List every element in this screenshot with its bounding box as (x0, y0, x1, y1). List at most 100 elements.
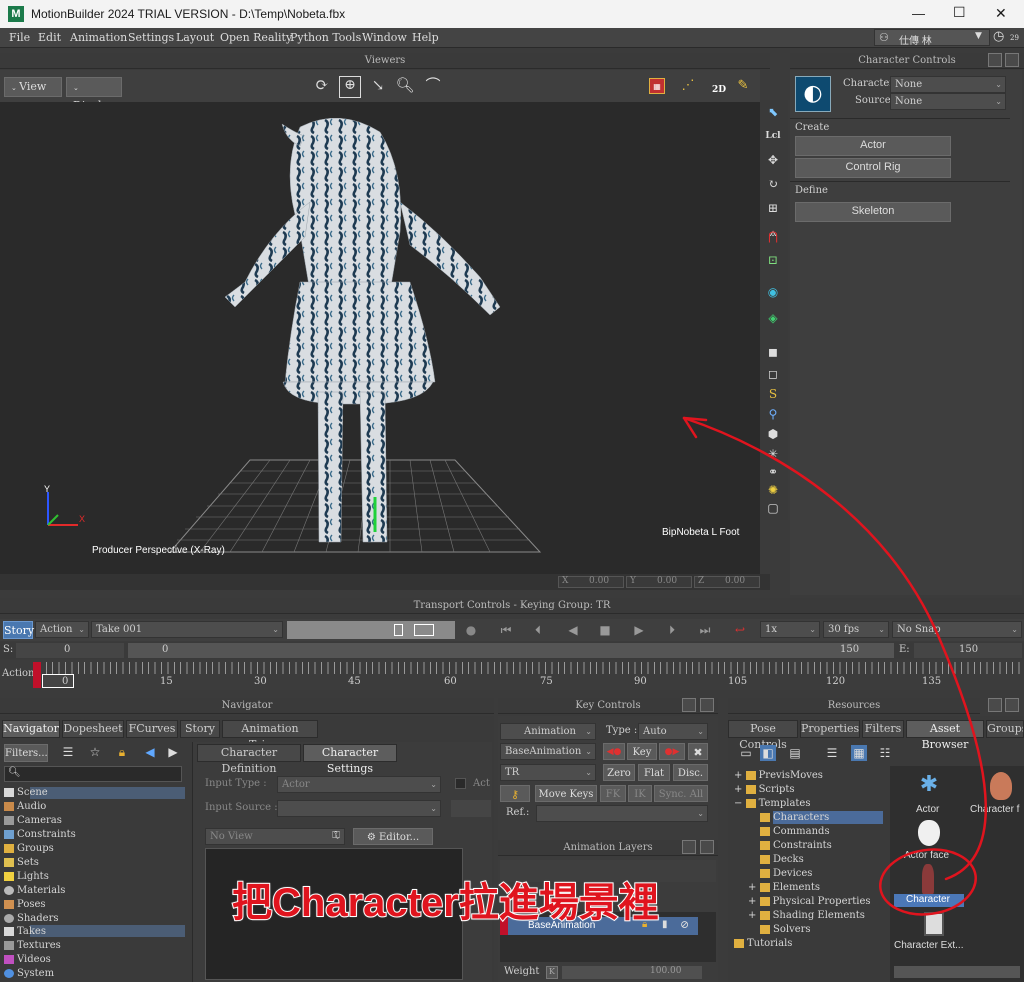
next-key-icon[interactable]: ⏵ (664, 622, 680, 638)
minimize-button[interactable]: — (912, 6, 925, 21)
tree-item-constraints[interactable]: Constraints (4, 829, 76, 842)
menu-help[interactable]: Help (412, 31, 439, 44)
forward-arrow-icon[interactable]: ▶ (165, 744, 181, 760)
tab-character-definition[interactable]: Character Definition (197, 744, 301, 775)
tree-item-system[interactable]: System (4, 968, 54, 981)
stop-icon[interactable]: ■ (597, 622, 613, 638)
source-dropdown[interactable]: None ⌄ (890, 93, 1006, 110)
asset-grid-scrollbar[interactable] (894, 966, 1020, 978)
key-type-dropdown[interactable]: Auto ⌄ (638, 723, 708, 740)
tab-asset-browser[interactable]: Asset Browser (906, 720, 984, 751)
tab-animation-trigger[interactable]: Animation Trigger (222, 720, 318, 751)
prev-key-icon[interactable]: ⏴ (530, 622, 546, 638)
lock-icon[interactable]: 🔒︎ (114, 744, 130, 760)
asset-tree-item-templates[interactable]: − Templates (734, 798, 811, 811)
snap-icon[interactable]: ⊡ (765, 252, 781, 268)
disc-button[interactable]: Disc. (673, 764, 708, 781)
play-backward-icon[interactable]: ◀ (565, 622, 581, 638)
key-mode-dropdown[interactable]: Animation ⌄ (500, 723, 596, 740)
character-icon[interactable]: ◐ (795, 76, 831, 112)
tab-fcurves[interactable]: FCurves (126, 720, 178, 738)
tab-filters[interactable]: Filters (862, 720, 904, 738)
base-layer-dropdown[interactable]: BaseAnimation ⌄ (500, 743, 596, 760)
input-source-dropdown[interactable]: ⌄ (277, 800, 441, 817)
viewport-canvas[interactable]: Y X Producer Perspective (X-Ray) BipNobe… (0, 102, 760, 574)
speed-dropdown[interactable]: 1x ⌄ (760, 621, 820, 638)
ik-button[interactable]: IK (628, 785, 652, 802)
active-checkbox[interactable] (455, 778, 466, 789)
asset-tree-item-tutorials[interactable]: Tutorials (734, 938, 792, 951)
tree-item-groups[interactable]: Groups (4, 843, 54, 856)
list-view-icon[interactable]: ☰ (60, 744, 76, 760)
orbit-icon[interactable]: ⟳ (312, 77, 332, 97)
tree-item-audio[interactable]: Audio (4, 801, 46, 814)
split-view-icon[interactable]: ◧ (760, 745, 776, 761)
asset-tree-item-constraints[interactable]: Constraints (760, 840, 832, 853)
zero-button[interactable]: Zero (603, 764, 635, 781)
character-dropdown[interactable]: None ⌄ (890, 76, 1006, 93)
coord-x-field[interactable]: X 0.00 (558, 576, 624, 588)
coord-z-field[interactable]: Z 0.00 (694, 576, 760, 588)
display-menu-button[interactable]: ⌄ Display (66, 77, 122, 112)
asset-character-face[interactable]: Character f (968, 770, 1024, 818)
compact-list-icon[interactable]: ☷ (877, 745, 893, 761)
maximize-button[interactable]: ☐ (953, 4, 966, 21)
rotate-icon[interactable]: ↻ (765, 176, 781, 192)
close-button[interactable]: ✕ (995, 5, 1007, 22)
editor-button[interactable]: ⚙ Editor... (353, 828, 433, 845)
tree-item-scene[interactable]: Scene (4, 787, 48, 800)
playhead[interactable] (42, 674, 74, 688)
keying-ruler-icon[interactable]: ▦ (649, 78, 665, 94)
fk-button[interactable]: FK (600, 785, 626, 802)
menu-python-tools[interactable]: Python Tools (290, 31, 361, 44)
panel-layout-icon[interactable]: ▭ (738, 745, 754, 761)
weight-slider[interactable]: 100.00 (562, 966, 702, 979)
take-dropdown[interactable]: Take 001 ⌄ (91, 621, 283, 638)
flat-button[interactable]: Flat (638, 764, 670, 781)
globe-icon[interactable]: ◉ (765, 284, 781, 300)
detail-list-icon[interactable]: ☰ (824, 745, 840, 761)
tab-properties[interactable]: Properties (800, 720, 860, 738)
panel-float-button[interactable] (988, 698, 1002, 712)
loop-icon[interactable]: ↩ (732, 622, 748, 638)
asset-tree-item-shading-elements[interactable]: + Shading Elements (748, 910, 865, 923)
panel-float-button[interactable] (682, 698, 696, 712)
back-arrow-icon[interactable]: ◀ (142, 744, 158, 760)
marker-icon[interactable]: ▢ (765, 500, 781, 516)
panel-close-button[interactable] (1005, 698, 1019, 712)
select-move-icon[interactable]: ⊕ (339, 76, 361, 98)
translate-icon[interactable]: ✥ (765, 152, 781, 168)
icon-grid-icon[interactable]: ▦ (851, 745, 867, 761)
local-icon[interactable]: Lcl (765, 128, 781, 144)
null-icon[interactable]: ✳ (765, 446, 781, 462)
asset-tree-item-physical-properties[interactable]: + Physical Properties (748, 896, 871, 909)
tab-story[interactable]: Story (180, 720, 220, 738)
asset-tree-item-decks[interactable]: Decks (760, 854, 804, 867)
weight-key-button[interactable]: K (546, 966, 558, 979)
view-menu-button[interactable]: ⌄ View (4, 77, 62, 97)
range-slider[interactable]: 0 150 (128, 643, 894, 658)
goto-end-icon[interactable]: ⏭ (697, 622, 713, 638)
asset-tree-item-scripts[interactable]: + Scripts (734, 784, 795, 797)
light-icon[interactable]: ✺ (765, 482, 781, 498)
pan-arrow-icon[interactable]: ↘ (367, 77, 389, 97)
goto-start-icon[interactable]: ⏮ (498, 622, 514, 638)
tab-dopesheet[interactable]: Dopesheet (62, 720, 124, 738)
panel-close-button[interactable] (700, 698, 714, 712)
tree-item-takes[interactable]: Takes (4, 926, 46, 939)
panel-float-button[interactable] (682, 840, 696, 854)
layer-mute-icon[interactable]: ⊘ (680, 918, 689, 931)
tree-item-materials[interactable]: Materials (4, 885, 65, 898)
sync-all-button[interactable]: Sync. All (654, 785, 708, 802)
tree-item-lights[interactable]: Lights (4, 871, 49, 884)
tree-item-shaders[interactable]: Shaders (4, 913, 58, 926)
single-frame-icon[interactable] (394, 624, 403, 636)
cube-outline-icon[interactable]: ◻ (765, 366, 781, 382)
path-icon[interactable]: ⋰ (680, 78, 696, 94)
joint-icon[interactable]: ⚲ (765, 406, 781, 422)
filters-button[interactable]: Filters... (4, 744, 48, 762)
tree-item-cameras[interactable]: Cameras (4, 815, 62, 828)
hexagon-icon[interactable]: ⬢ (765, 426, 781, 442)
select-cursor-icon[interactable]: ⬉ (765, 104, 781, 120)
start-field[interactable]: 0 (16, 643, 124, 658)
